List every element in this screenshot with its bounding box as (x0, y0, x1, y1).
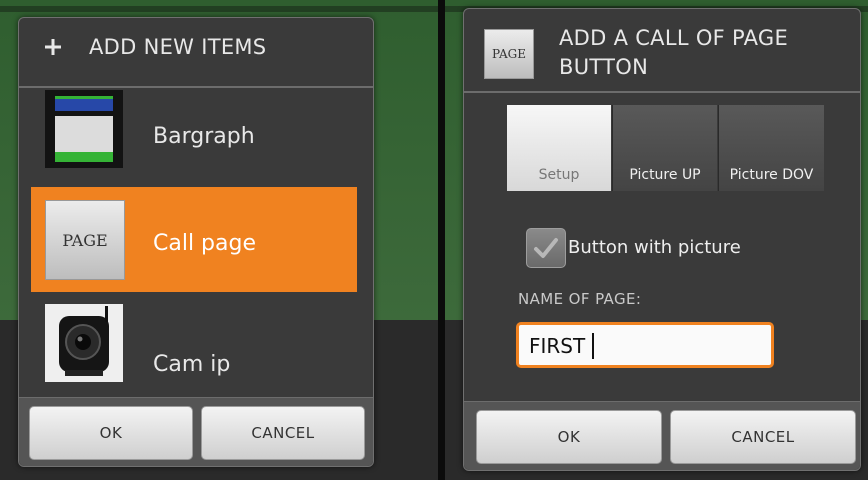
checkbox-label: Button with picture (568, 237, 741, 258)
add-new-items-dialog: ADD NEW ITEMS Bargraph PAGE Call page Ca… (18, 17, 374, 467)
right-screen: PAGE ADD A CALL OF PAGE BUTTON Setup Pic… (445, 0, 868, 480)
left-screen: ADD NEW ITEMS Bargraph PAGE Call page Ca… (0, 0, 438, 480)
plus-icon (43, 37, 63, 61)
ok-button[interactable]: OK (476, 410, 662, 464)
dialog-title: ADD NEW ITEMS (89, 35, 267, 59)
cancel-button[interactable]: CANCEL (201, 406, 365, 460)
add-call-page-dialog: PAGE ADD A CALL OF PAGE BUTTON Setup Pic… (463, 8, 861, 471)
tab-picture-up[interactable]: Picture UP (612, 105, 717, 191)
text-cursor (592, 333, 594, 359)
dialog-title-line2: BUTTON (559, 55, 649, 79)
title-divider (464, 91, 860, 93)
tab-picture-down[interactable]: Picture DOV (718, 105, 824, 191)
tab-setup[interactable]: Setup (507, 105, 611, 191)
checkmark-icon (534, 238, 558, 258)
bargraph-icon (45, 90, 123, 168)
page-name-value: FIRST (529, 334, 586, 358)
page-name-input[interactable]: FIRST (516, 322, 774, 368)
field-label: NAME OF PAGE: (518, 290, 642, 308)
page-icon: PAGE (484, 29, 534, 79)
dialog-title-line1: ADD A CALL OF PAGE (559, 26, 789, 50)
item-label: Bargraph (153, 124, 255, 149)
button-bar: OK CANCEL (19, 397, 373, 466)
list-item-cam-ip[interactable]: Cam ip (31, 294, 357, 399)
ok-button[interactable]: OK (29, 406, 193, 460)
cancel-button[interactable]: CANCEL (670, 410, 856, 464)
item-label: Cam ip (153, 352, 231, 377)
list-item-call-page[interactable]: PAGE Call page (31, 187, 357, 292)
list-item-bargraph[interactable]: Bargraph (31, 78, 357, 183)
background-strip (0, 6, 438, 12)
camera-icon (45, 304, 123, 382)
item-label: Call page (153, 231, 257, 256)
button-bar: OK CANCEL (464, 401, 860, 470)
button-with-picture-checkbox[interactable] (526, 228, 566, 268)
page-icon: PAGE (45, 200, 125, 280)
